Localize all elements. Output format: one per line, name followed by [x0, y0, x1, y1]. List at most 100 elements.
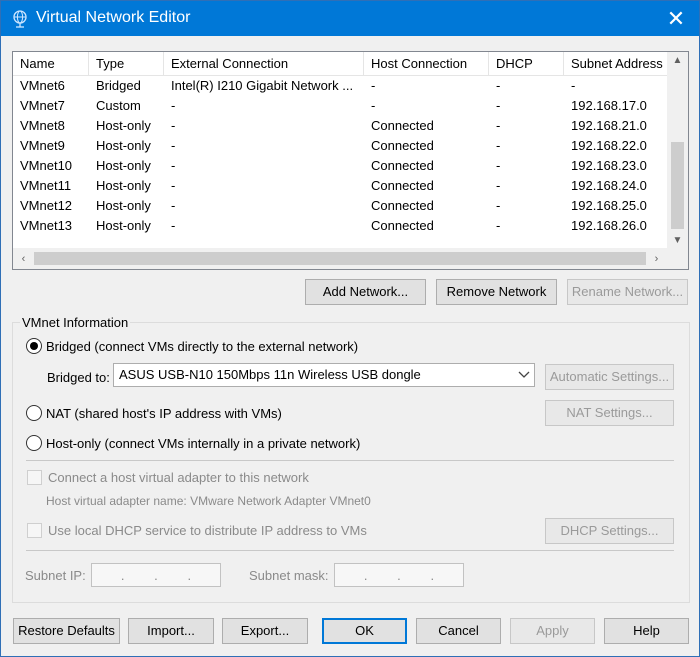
horizontal-scrollbar[interactable]: ‹ ›	[13, 248, 688, 269]
vertical-scrollbar[interactable]: ▲ ▼	[667, 52, 688, 249]
cell-dhcp: -	[496, 78, 501, 93]
vmnet-information-title: VMnet Information	[20, 315, 131, 330]
cell-name: VMnet6	[20, 78, 65, 93]
cell-subnet-address: -	[571, 78, 576, 93]
cell-name: VMnet11	[20, 178, 72, 193]
nat-settings-button[interactable]: NAT Settings...	[545, 400, 674, 426]
import-button[interactable]: Import...	[128, 618, 214, 644]
column-header-type[interactable]: Type	[89, 52, 164, 76]
cell-type: Host-only	[96, 198, 151, 213]
bridged-radio-label: Bridged (connect VMs directly to the ext…	[46, 338, 359, 354]
cell-dhcp: -	[496, 98, 501, 113]
column-header-dhcp[interactable]: DHCP	[489, 52, 564, 76]
cell-name: VMnet10	[20, 158, 73, 173]
cell-host-connection: Connected	[371, 118, 434, 133]
table-row[interactable]: VMnet9 Host-only - Connected - 192.168.22.0	[13, 136, 668, 156]
cell-subnet-address: 192.168.26.0	[571, 218, 647, 233]
cell-subnet-address: 192.168.24.0	[571, 178, 647, 193]
close-button[interactable]: ✕	[653, 1, 699, 36]
table-row[interactable]: VMnet7 Custom - - - 192.168.17.0	[13, 96, 668, 116]
cell-type: Host-only	[96, 118, 151, 133]
cell-type: Host-only	[96, 218, 151, 233]
connect-adapter-label: Connect a host virtual adapter to this n…	[48, 470, 309, 485]
nat-radio[interactable]: NAT (shared host's IP address with VMs)	[26, 405, 282, 421]
scroll-down-icon[interactable]: ▼	[667, 232, 688, 249]
host-only-radio[interactable]: Host-only (connect VMs internally in a p…	[26, 435, 360, 451]
host-only-radio-indicator[interactable]	[26, 435, 42, 451]
cancel-button[interactable]: Cancel	[416, 618, 501, 644]
nat-radio-indicator[interactable]	[26, 405, 42, 421]
table-row[interactable]: VMnet12 Host-only - Connected - 192.168.25.0	[13, 196, 668, 216]
cell-external-connection: -	[171, 178, 176, 193]
dhcp-check-box[interactable]	[27, 523, 42, 538]
column-header-external-connection[interactable]: External Connection	[164, 52, 364, 76]
connect-adapter-check-box[interactable]	[27, 470, 42, 485]
subnet-mask-label: Subnet mask:	[249, 568, 329, 583]
cell-dhcp: -	[496, 198, 501, 213]
dhcp-checkbox[interactable]: Use local DHCP service to distribute IP …	[27, 523, 367, 538]
scroll-left-icon[interactable]: ‹	[13, 248, 34, 269]
network-list[interactable]: Name Type External Connection Host Conne…	[12, 51, 689, 270]
cell-subnet-address: 192.168.23.0	[571, 158, 647, 173]
list-header: Name Type External Connection Host Conne…	[13, 52, 668, 76]
restore-defaults-button[interactable]: Restore Defaults	[13, 618, 120, 644]
add-network-button[interactable]: Add Network...	[305, 279, 426, 305]
cell-subnet-address: 192.168.21.0	[571, 118, 647, 133]
automatic-settings-button[interactable]: Automatic Settings...	[545, 364, 674, 390]
network-globe-icon	[13, 10, 27, 28]
cell-host-connection: Connected	[371, 158, 434, 173]
column-header-subnet-address[interactable]: Subnet Address	[564, 52, 668, 76]
cell-type: Custom	[96, 98, 141, 113]
cell-name: VMnet8	[20, 118, 65, 133]
list-body: VMnet6 Bridged Intel(R) I210 Gigabit Netwo…	[13, 76, 668, 236]
cell-dhcp: -	[496, 138, 501, 153]
vertical-scroll-thumb[interactable]	[671, 142, 684, 229]
cell-subnet-address: 192.168.17.0	[571, 98, 647, 113]
cell-type: Bridged	[96, 78, 141, 93]
cell-external-connection: Intel(R) I210 Gigabit Network ...	[171, 78, 354, 93]
cell-host-connection: -	[371, 98, 376, 113]
cell-host-connection: Connected	[371, 138, 434, 153]
table-row[interactable]: VMnet10 Host-only - Connected - 192.168.23.0	[13, 156, 668, 176]
cell-external-connection: -	[171, 98, 176, 113]
connect-adapter-checkbox[interactable]: Connect a host virtual adapter to this n…	[27, 470, 309, 485]
table-row[interactable]: VMnet6 Bridged Intel(R) I210 Gigabit Netwo…	[13, 76, 668, 96]
cell-host-connection: Connected	[371, 198, 434, 213]
adapter-name-label: Host virtual adapter name: VMware Networ…	[46, 494, 371, 508]
scroll-right-icon[interactable]: ›	[646, 248, 667, 269]
subnet-mask-field[interactable]: ...	[334, 563, 464, 587]
subnet-ip-field[interactable]: ...	[91, 563, 221, 587]
table-row[interactable]: VMnet11 Host-only - Connected - 192.168.24.0	[13, 176, 668, 196]
help-button[interactable]: Help	[604, 618, 689, 644]
bridged-to-value: ASUS USB-N10 150Mbps 11n Wireless USB do…	[119, 367, 421, 382]
cell-external-connection: -	[171, 138, 176, 153]
remove-network-button[interactable]: Remove Network	[436, 279, 557, 305]
cell-host-connection: Connected	[371, 218, 434, 233]
bridged-to-label: Bridged to:	[47, 370, 110, 385]
cell-external-connection: -	[171, 198, 176, 213]
column-header-name[interactable]: Name	[13, 52, 89, 76]
dhcp-label: Use local DHCP service to distribute IP …	[48, 523, 367, 538]
dhcp-settings-button[interactable]: DHCP Settings...	[545, 518, 674, 544]
apply-button[interactable]: Apply	[510, 618, 595, 644]
bridged-radio-indicator[interactable]	[26, 338, 42, 354]
cell-external-connection: -	[171, 218, 176, 233]
bridged-to-select[interactable]: ASUS USB-N10 150Mbps 11n Wireless USB do…	[113, 363, 535, 387]
table-row[interactable]: VMnet8 Host-only - Connected - 192.168.21.0	[13, 116, 668, 136]
horizontal-scroll-thumb[interactable]	[34, 252, 646, 265]
cell-subnet-address: 192.168.25.0	[571, 198, 647, 213]
cell-type: Host-only	[96, 178, 151, 193]
title-bar: Virtual Network Editor ✕	[1, 1, 699, 36]
cell-external-connection: -	[171, 118, 176, 133]
ok-button[interactable]: OK	[322, 618, 407, 644]
cell-name: VMnet7	[20, 98, 65, 113]
cell-host-connection: -	[371, 78, 376, 93]
rename-network-button[interactable]: Rename Network...	[567, 279, 688, 305]
column-header-host-connection[interactable]: Host Connection	[364, 52, 489, 76]
cell-dhcp: -	[496, 158, 501, 173]
export-button[interactable]: Export...	[222, 618, 308, 644]
scroll-up-icon[interactable]: ▲	[667, 52, 688, 69]
bridged-radio[interactable]: Bridged (connect VMs directly to the ext…	[26, 338, 358, 354]
cell-dhcp: -	[496, 118, 501, 133]
table-row[interactable]: VMnet13 Host-only - Connected - 192.168.26.0	[13, 216, 668, 236]
